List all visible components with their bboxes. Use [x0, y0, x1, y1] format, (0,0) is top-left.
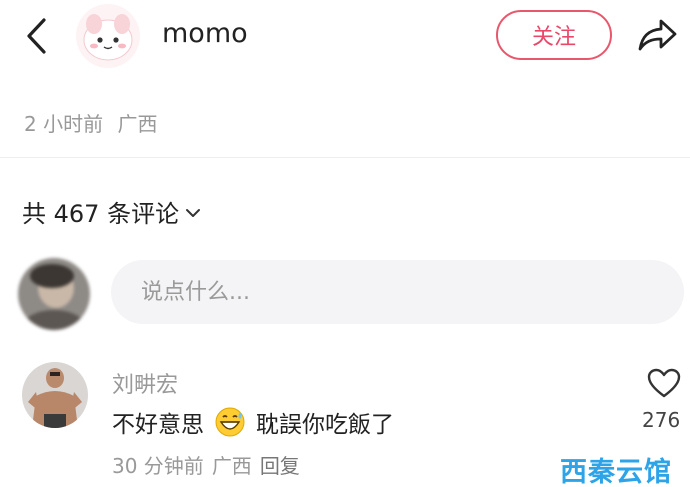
post-meta: 2 小时前 广西: [24, 108, 157, 137]
post-header: momo 关注: [0, 0, 690, 80]
author-avatar[interactable]: [76, 4, 140, 68]
heart-outline-icon: [647, 368, 681, 398]
like-count: 276: [642, 408, 681, 432]
chevron-down-icon: [186, 208, 201, 217]
grinning-sweat-emoji-icon: [214, 406, 246, 438]
share-button[interactable]: [634, 13, 682, 57]
follow-button[interactable]: 关注: [496, 10, 612, 60]
comment-input[interactable]: [111, 260, 684, 324]
comment-text-before: 不好意思: [112, 412, 204, 438]
post-location: 广西: [117, 112, 158, 136]
section-divider: [0, 157, 690, 158]
like-button[interactable]: [645, 366, 683, 400]
reply-button[interactable]: 回复: [260, 450, 300, 479]
post-time: 2 小时前: [24, 112, 104, 136]
comments-count-label: 共 467 条评论: [22, 200, 180, 228]
comment-meta: 30 分钟前 广西 回复: [112, 450, 300, 479]
back-button[interactable]: [18, 14, 54, 58]
comment-text-after: 耽誤你吃飯了: [256, 412, 394, 438]
commenter-name[interactable]: 刘畊宏: [112, 367, 178, 399]
comment-body: 不好意思 耽誤你吃飯了: [112, 405, 394, 439]
author-username[interactable]: momo: [162, 18, 248, 49]
watermark-logo: 西秦云馆: [560, 457, 672, 487]
comments-sort-toggle[interactable]: 共 467 条评论: [22, 194, 201, 229]
chevron-left-icon: [27, 18, 46, 54]
comment-location: 广西: [211, 454, 252, 478]
commenter-avatar[interactable]: [22, 362, 88, 428]
share-arrow-icon: [638, 19, 677, 51]
current-user-avatar: [18, 258, 90, 330]
comment-time: 30 分钟前: [112, 454, 204, 478]
